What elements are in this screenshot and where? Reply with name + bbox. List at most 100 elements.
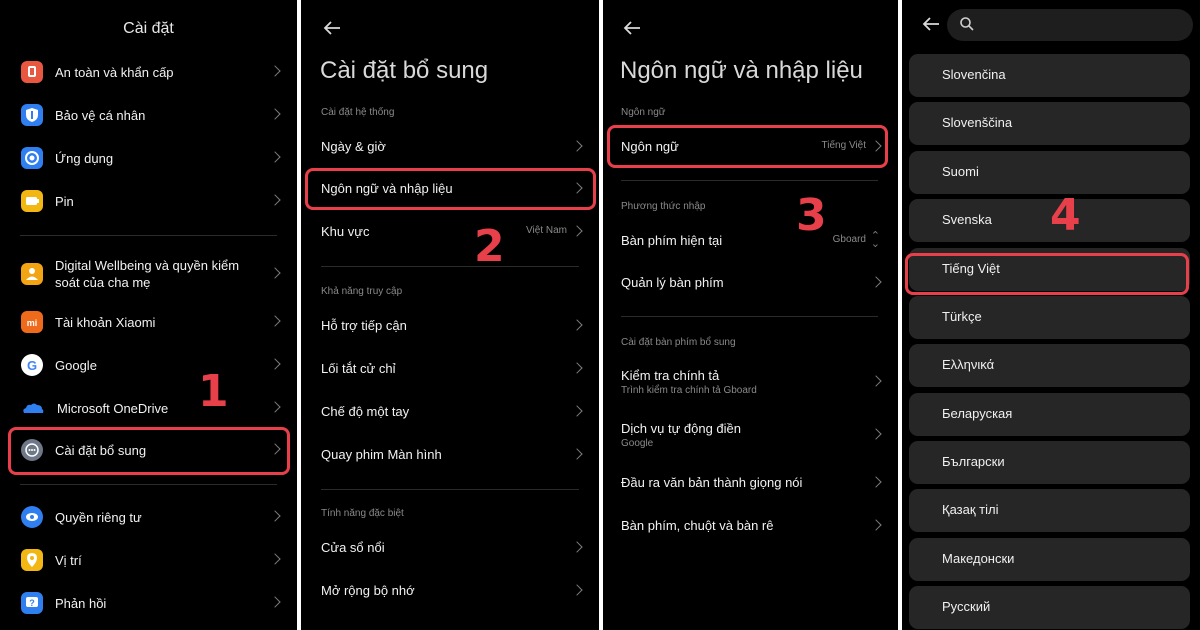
back-arrow-icon[interactable] [321, 17, 343, 39]
chevron-right-icon [571, 405, 583, 417]
language-label: Български [942, 454, 1005, 469]
step-number: 1 [198, 366, 229, 417]
language-option[interactable]: Русский [909, 586, 1190, 629]
status-bar [902, 0, 1200, 6]
chevron-right-icon [269, 596, 281, 608]
settings-item-google[interactable]: G Google [0, 346, 297, 386]
manage-keyboards-item[interactable]: Quản lý bàn phím [603, 264, 898, 304]
back-arrow-icon[interactable] [621, 17, 643, 39]
memory-extension-item[interactable]: Mở rộng bộ nhớ [301, 572, 599, 612]
settings-item-wellbeing[interactable]: Digital Wellbeing và quyền kiểm soát của… [0, 253, 297, 297]
language-option[interactable]: Беларуская [909, 393, 1190, 436]
current-keyboard-item[interactable]: Bàn phím hiện tại Gboard ⌃ ⌄ [603, 222, 898, 262]
svg-text:G: G [27, 358, 37, 373]
settings-screen: Cài đặt An toàn và khẩn cấp Bảo vệ cá nh… [0, 0, 297, 630]
settings-item-apps[interactable]: Ứng dụng [0, 139, 297, 179]
item-subtitle: Google [621, 438, 654, 449]
language-label: Türkçe [942, 309, 982, 324]
item-label: Ngày & giờ [321, 139, 386, 154]
divider [321, 489, 579, 490]
step-number: 4 [1050, 190, 1081, 241]
chevron-right-icon [571, 140, 583, 152]
back-arrow-icon[interactable] [920, 13, 942, 35]
item-label: Mở rộng bộ nhớ [321, 583, 415, 598]
divider [621, 180, 878, 181]
language-option[interactable]: Қазақ тілі [909, 489, 1190, 532]
floating-windows-item[interactable]: Cửa sổ nổi [301, 529, 599, 569]
status-bar [301, 0, 599, 6]
search-icon [959, 16, 975, 37]
settings-item-battery[interactable]: Pin [0, 182, 297, 222]
language-option[interactable]: Slovenščina [909, 102, 1190, 145]
chevron-right-icon [269, 553, 281, 565]
section-header: Ngôn ngữ [621, 107, 666, 118]
settings-item-privacy[interactable]: Quyền riêng tư [0, 498, 297, 538]
settings-item-location[interactable]: Vị trí [0, 541, 297, 581]
language-input-screen: Ngôn ngữ và nhập liệu Ngôn ngữ Ngôn ngữ … [603, 0, 898, 630]
settings-item-xiaomi-account[interactable]: mi Tài khoản Xiaomi [0, 303, 297, 343]
section-header: Cài đặt bàn phím bổ sung [621, 337, 736, 348]
google-icon: G [21, 354, 43, 376]
language-option[interactable]: Ελληνικά [909, 344, 1190, 387]
language-label: Slovenčina [942, 67, 1006, 82]
settings-item-safety[interactable]: An toàn và khẩn cấp [0, 53, 297, 93]
feedback-icon: ? [21, 592, 43, 614]
section-header: Tính năng đặc biệt [321, 508, 404, 519]
chevron-right-icon [571, 448, 583, 460]
settings-item-label: Bảo vệ cá nhân [55, 108, 146, 123]
item-value: Việt Nam [526, 225, 567, 236]
chevron-right-icon [870, 519, 882, 531]
onedrive-icon [21, 397, 44, 419]
highlight-box [305, 168, 596, 210]
item-label: Lối tắt cử chỉ [321, 361, 396, 376]
item-label: Dịch vụ tự động điền [621, 421, 741, 436]
language-option[interactable]: Suomi [909, 151, 1190, 194]
language-label: Ελληνικά [942, 357, 995, 372]
one-hand-mode-item[interactable]: Chế độ một tay [301, 393, 599, 433]
gesture-shortcuts-item[interactable]: Lối tắt cử chỉ [301, 350, 599, 390]
chevron-right-icon [269, 267, 281, 279]
settings-item-label: Tài khoản Xiaomi [55, 315, 156, 330]
spell-check-item[interactable]: Kiểm tra chính tả Trình kiểm tra chính t… [603, 357, 898, 403]
chevron-right-icon [269, 151, 281, 163]
tts-output-item[interactable]: Đầu ra văn bản thành giọng nói [603, 464, 898, 504]
language-option[interactable]: Slovenčina [909, 54, 1190, 97]
settings-item-feedback[interactable]: ? Phản hồi [0, 584, 297, 624]
privacy-protection-icon [21, 104, 43, 126]
item-label: Cửa sổ nổi [321, 540, 385, 555]
chevron-right-icon [269, 108, 281, 120]
chevron-right-icon [269, 65, 281, 77]
item-label: Đầu ra văn bản thành giọng nói [621, 475, 803, 490]
divider [321, 266, 579, 267]
settings-item-privacy-protection[interactable]: Bảo vệ cá nhân [0, 96, 297, 136]
search-input[interactable] [947, 9, 1193, 41]
language-option[interactable]: Български [909, 441, 1190, 484]
divider [20, 484, 277, 485]
eye-icon [21, 506, 43, 528]
region-item[interactable]: Khu vực Việt Nam [301, 213, 599, 253]
battery-icon [21, 190, 43, 212]
page-title: Cài đặt bổ sung [320, 57, 489, 84]
keyboard-mouse-item[interactable]: Bàn phím, chuột và bàn rê [603, 507, 898, 547]
section-header: Khả năng truy cập [321, 286, 403, 297]
chevron-right-icon [571, 362, 583, 374]
autofill-item[interactable]: Dịch vụ tự động điền Google [603, 410, 898, 456]
date-time-item[interactable]: Ngày & giờ [301, 128, 599, 168]
settings-item-label: Ứng dụng [55, 151, 114, 166]
step-number: 3 [796, 190, 827, 241]
language-label: Svenska [942, 212, 992, 227]
chevron-right-icon [870, 276, 882, 288]
divider [621, 316, 878, 317]
settings-item-onedrive[interactable]: Microsoft OneDrive [0, 389, 297, 429]
svg-text:?: ? [29, 598, 35, 608]
chevron-right-icon [870, 428, 882, 440]
location-icon [21, 549, 43, 571]
wellbeing-icon [21, 263, 43, 285]
accessibility-item[interactable]: Hỗ trợ tiếp cận [301, 307, 599, 347]
screen-recorder-item[interactable]: Quay phim Màn hình [301, 436, 599, 476]
language-option[interactable]: Türkçe [909, 296, 1190, 339]
chevron-right-icon [269, 401, 281, 413]
item-label: Khu vực [321, 224, 370, 239]
settings-item-label: Vị trí [55, 553, 82, 568]
language-option[interactable]: Македонски [909, 538, 1190, 581]
